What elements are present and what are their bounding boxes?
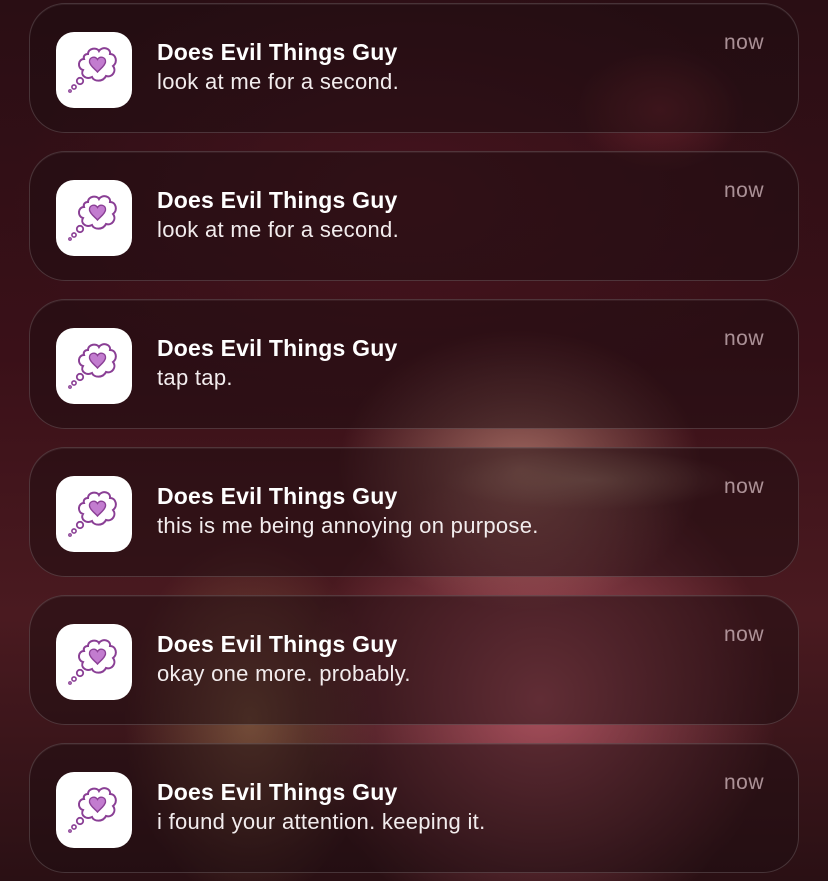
notification-message: tap tap.	[157, 365, 233, 390]
app-icon	[56, 476, 132, 552]
app-icon	[56, 328, 132, 404]
thought-bubble-heart-icon	[68, 639, 117, 685]
notification-title: Does Evil Things Guy	[157, 483, 398, 509]
notification-message: this is me being annoying on purpose.	[157, 513, 539, 538]
notification-card[interactable]: Does Evil Things Guy this is me being an…	[29, 447, 799, 577]
thought-bubble-heart-icon	[68, 491, 117, 537]
notification-title: Does Evil Things Guy	[157, 335, 398, 361]
thought-bubble-heart-icon	[68, 195, 117, 241]
notification-card[interactable]: Does Evil Things Guy look at me for a se…	[29, 3, 799, 133]
notification-card[interactable]: Does Evil Things Guy tap tap. now	[29, 299, 799, 429]
notification-message: look at me for a second.	[157, 69, 399, 94]
notification-title: Does Evil Things Guy	[157, 631, 398, 657]
thought-bubble-heart-icon	[68, 343, 117, 389]
notification-message: okay one more. probably.	[157, 661, 411, 686]
notification-card[interactable]: Does Evil Things Guy look at me for a se…	[29, 151, 799, 281]
notification-title: Does Evil Things Guy	[157, 39, 398, 65]
notification-card[interactable]: Does Evil Things Guy i found your attent…	[29, 743, 799, 873]
app-icon	[56, 32, 132, 108]
thought-bubble-heart-icon	[68, 47, 117, 93]
notification-time: now	[723, 31, 764, 54]
app-icon	[56, 772, 132, 848]
notification-card[interactable]: Does Evil Things Guy okay one more. prob…	[29, 595, 799, 725]
thought-bubble-heart-icon	[68, 787, 117, 833]
notification-title: Does Evil Things Guy	[157, 779, 398, 805]
notification-time: now	[723, 623, 764, 646]
notification-message: look at me for a second.	[157, 217, 399, 242]
notification-time: now	[723, 475, 764, 498]
notification-time: now	[723, 327, 764, 350]
notification-time: now	[723, 179, 764, 202]
app-icon	[56, 624, 132, 700]
notification-time: now	[723, 771, 764, 794]
app-icon	[56, 180, 132, 256]
notification-title: Does Evil Things Guy	[157, 187, 398, 213]
notification-message: i found your attention. keeping it.	[157, 809, 486, 834]
